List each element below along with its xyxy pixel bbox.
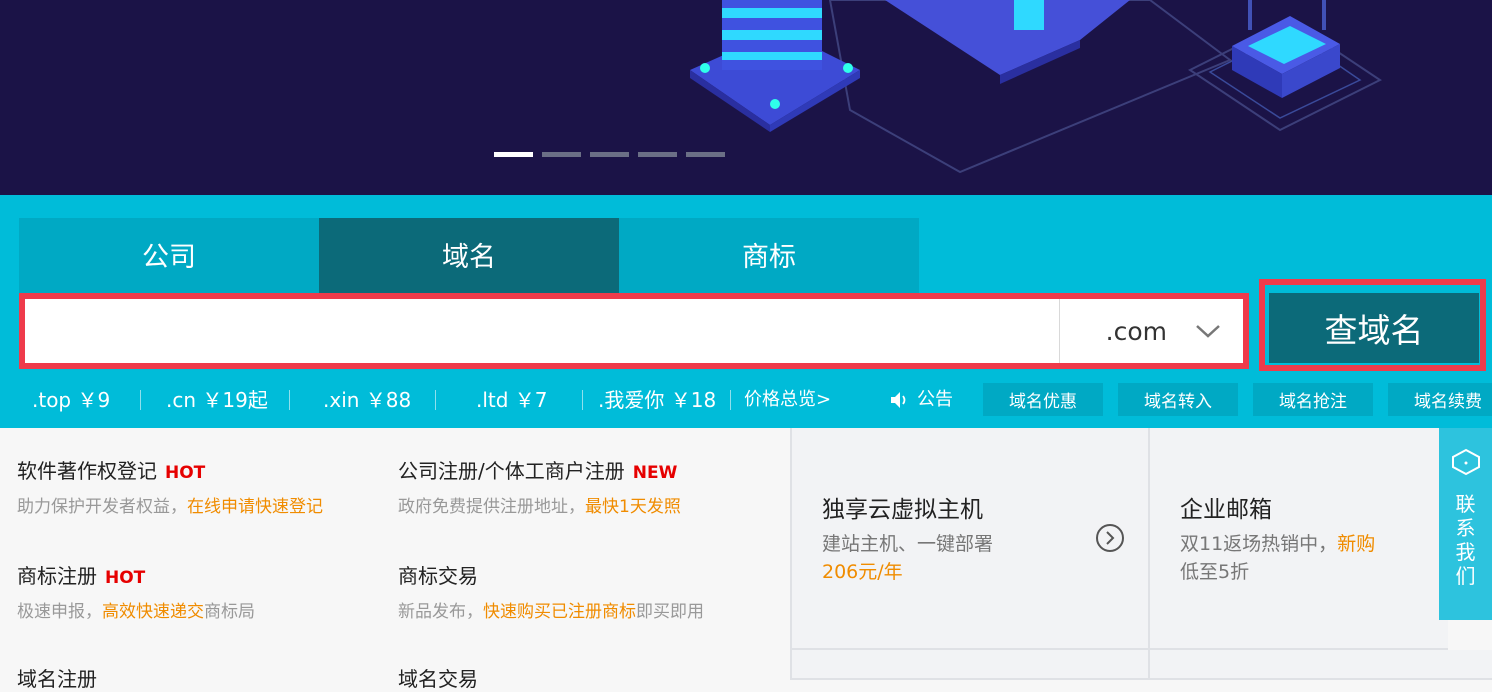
contact-us-label: 联系我们 bbox=[1455, 492, 1476, 588]
speaker-icon bbox=[891, 392, 906, 408]
service-item-trademark-registration[interactable]: 商标注册 HOT 极速申报，高效快速递交商标局 bbox=[17, 560, 255, 622]
domain-price-list: .top ￥9 .cn ￥19起 .xin ￥88 .ltd ￥7 .我爱你 ￥… bbox=[0, 382, 1492, 418]
carousel-dot[interactable] bbox=[590, 152, 629, 157]
promo-desc-line: 建站主机、一键部署 bbox=[822, 533, 994, 555]
promo-card-enterprise-mail[interactable]: 企业邮箱 双11返场热销中，新购 低至5折 bbox=[1148, 428, 1448, 650]
price-item-cn[interactable]: .cn ￥19起 bbox=[166, 382, 268, 418]
service-highlight: 在线申请快速登记 bbox=[187, 497, 323, 517]
service-item-domain-trade[interactable]: 域名交易 bbox=[398, 663, 478, 692]
domain-search-box: .com bbox=[19, 293, 1249, 369]
domain-suffix-select[interactable]: .com bbox=[1059, 299, 1243, 363]
hot-badge: HOT bbox=[105, 568, 146, 588]
carousel-dot[interactable] bbox=[542, 152, 581, 157]
promo-card[interactable] bbox=[790, 650, 1150, 680]
domain-search-input[interactable] bbox=[25, 299, 1059, 363]
tab-domain[interactable]: 域名 bbox=[319, 218, 619, 293]
carousel-dot[interactable] bbox=[494, 152, 533, 157]
domain-suffix-value: .com bbox=[1105, 316, 1167, 346]
service-list: 软件著作权登记 HOT 助力保护开发者权益，在线申请快速登记 公司注册/个体工商户… bbox=[0, 428, 790, 691]
price-item-xin[interactable]: .xin ￥88 bbox=[323, 382, 411, 418]
promo-desc: 建站主机、一键部署 206元/年 bbox=[822, 530, 993, 586]
hot-badge: HOT bbox=[165, 463, 206, 483]
promo-desc-line: 双11返场热销中， bbox=[1180, 533, 1338, 555]
carousel-dot[interactable] bbox=[638, 152, 677, 157]
domain-backorder-button[interactable]: 域名抢注 bbox=[1253, 383, 1373, 416]
promo-card[interactable] bbox=[1148, 650, 1492, 680]
service-highlight: 高效快速递交 bbox=[102, 602, 204, 622]
service-title: 公司注册/个体工商户注册 bbox=[398, 459, 625, 483]
promo-title: 独享云虚拟主机 bbox=[822, 497, 983, 523]
price-item-ltd[interactable]: .ltd ￥7 bbox=[476, 382, 548, 418]
promo-desc: 双11返场热销中，新购 低至5折 bbox=[1180, 530, 1375, 586]
promo-desc-line: 低至5折 bbox=[1180, 561, 1250, 583]
service-desc-tail: 商标局 bbox=[204, 602, 255, 622]
chevron-down-icon bbox=[1196, 325, 1220, 338]
domain-renew-button[interactable]: 域名续费 bbox=[1388, 383, 1492, 416]
chat-bubble-icon bbox=[1451, 448, 1480, 476]
server-illustration bbox=[690, 0, 1382, 174]
divider bbox=[435, 390, 436, 410]
search-tabs: 公司 域名 商标 bbox=[19, 218, 919, 293]
hero-banner[interactable] bbox=[0, 0, 1492, 195]
price-item-top[interactable]: .top ￥9 bbox=[32, 382, 110, 418]
notice-link[interactable]: 公告 bbox=[889, 382, 953, 418]
search-domain-button[interactable]: 查域名 bbox=[1269, 293, 1479, 363]
service-title: 商标交易 bbox=[398, 564, 478, 588]
divider bbox=[289, 390, 290, 410]
price-item-woaini[interactable]: .我爱你 ￥18 bbox=[598, 382, 716, 418]
service-item-domain-registration[interactable]: 域名注册 bbox=[17, 663, 97, 692]
service-item-company-registration[interactable]: 公司注册/个体工商户注册 NEW 政府免费提供注册地址，最快1天发照 bbox=[398, 455, 681, 517]
chevron-right-icon[interactable] bbox=[1096, 524, 1124, 552]
service-item-copyright[interactable]: 软件著作权登记 HOT 助力保护开发者权益，在线申请快速登记 bbox=[17, 455, 323, 517]
service-highlight: 最快1天发照 bbox=[585, 497, 681, 517]
divider bbox=[140, 390, 141, 410]
price-overview-link[interactable]: 价格总览> bbox=[744, 382, 831, 418]
divider bbox=[582, 390, 583, 410]
notice-label: 公告 bbox=[917, 389, 953, 410]
service-desc: 政府免费提供注册地址， bbox=[398, 497, 585, 517]
carousel-indicators bbox=[494, 152, 725, 157]
tab-trademark[interactable]: 商标 bbox=[619, 218, 919, 293]
service-item-trademark-trade[interactable]: 商标交易 新品发布，快速购买已注册商标即买即用 bbox=[398, 560, 704, 622]
domain-discount-button[interactable]: 域名优惠 bbox=[983, 383, 1103, 416]
search-panel: 公司 域名 商标 .com 查域名 .top ￥9 .cn ￥19起 .xin … bbox=[0, 195, 1492, 428]
service-desc: 极速申报， bbox=[17, 602, 102, 622]
domain-transfer-button[interactable]: 域名转入 bbox=[1118, 383, 1238, 416]
service-title: 商标注册 bbox=[17, 564, 97, 588]
service-title: 域名注册 bbox=[17, 667, 97, 691]
tab-company[interactable]: 公司 bbox=[19, 218, 319, 293]
service-title: 域名交易 bbox=[398, 667, 478, 691]
contact-us-float[interactable]: 联系我们 bbox=[1439, 428, 1492, 620]
service-desc: 新品发布， bbox=[398, 602, 483, 622]
search-button-frame: 查域名 bbox=[1259, 279, 1486, 371]
promo-highlight: 新购 bbox=[1337, 533, 1376, 555]
service-title: 软件著作权登记 bbox=[17, 459, 157, 483]
service-desc-tail: 即买即用 bbox=[636, 602, 704, 622]
carousel-dot[interactable] bbox=[686, 152, 725, 157]
new-badge: NEW bbox=[632, 463, 678, 483]
promo-price: 206元/年 bbox=[822, 561, 903, 583]
service-highlight: 快速购买已注册商标 bbox=[483, 602, 636, 622]
divider bbox=[730, 390, 731, 410]
promo-title: 企业邮箱 bbox=[1180, 497, 1272, 523]
service-desc: 助力保护开发者权益， bbox=[17, 497, 187, 517]
